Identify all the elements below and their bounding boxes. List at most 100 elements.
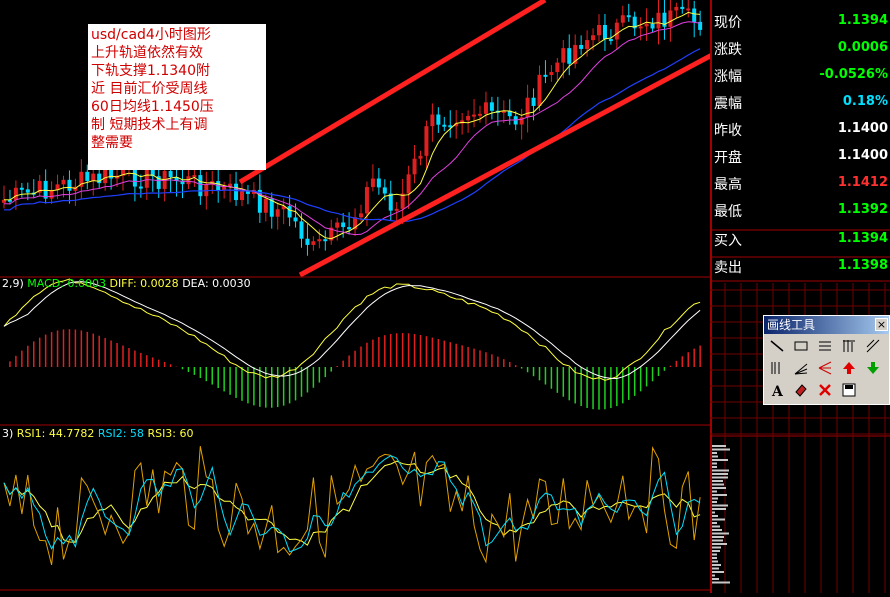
gann-tool-icon[interactable] [791,358,811,378]
rsi-prefix: 3) [2,427,14,440]
dea-line [3,281,701,380]
volume-bars [712,445,730,584]
candle-body [25,189,30,193]
candle-body [555,62,560,73]
candle-body [138,186,143,189]
parallel-lines-icon[interactable] [815,336,835,356]
volume-bar [712,487,726,489]
volume-bar [712,525,720,528]
volume-bar [712,452,717,454]
candle-body [483,102,488,114]
volume-bar [712,550,720,552]
line-tool-icon[interactable] [767,336,787,356]
candle-body [680,6,685,9]
quote-row-price: 现价 1.1394 [712,8,890,35]
quote-value: 1.1400 [837,121,888,136]
volume-bar [712,480,723,482]
quote-label: 现价 [714,15,742,31]
fib-lines-icon[interactable] [839,336,859,356]
quote-row-open: 开盘 1.1400 [712,143,890,170]
cycle-lines-icon[interactable] [767,358,787,378]
eraser-icon[interactable] [791,380,811,400]
volume-bar [712,511,715,514]
candle-body [585,40,590,49]
annotation-line: 近 目前汇价受周线 [91,81,208,97]
volume-bar [712,445,726,447]
annotation-line: 整需要 [91,135,133,151]
annotation-line: 制 短期技术上有调 [91,117,208,133]
candle-body [525,97,530,118]
drawing-toolbox[interactable]: 画线工具 × A [763,315,890,405]
upper-channel-line [238,0,547,185]
candle-body [144,167,149,188]
panel-grid-lines [710,229,890,593]
volume-bar [712,515,718,517]
volume-bar [712,543,727,545]
candle-body [591,35,596,41]
quote-row-bid: 买入 1.1394 [712,226,890,253]
up-arrow-icon[interactable] [839,358,859,378]
rsi3-line [3,460,701,546]
quote-row-prev-close: 昨收 1.1400 [712,116,890,143]
annotation-line: usd/cad4小时图形 [91,27,211,43]
volume-bar [712,448,730,451]
save-icon[interactable] [839,380,859,400]
candle-body [561,48,566,63]
rsi3-value: RSI3: 60 [147,427,194,440]
candle-body [430,114,435,127]
diff-line [3,278,701,381]
candle-body [91,173,96,181]
quote-value: 1.1392 [837,202,888,217]
volume-bar [712,518,725,521]
macd-panel [3,278,701,410]
rectangle-tool-icon[interactable] [791,336,811,356]
close-button[interactable]: × [875,318,888,331]
volume-bar [712,564,721,566]
toolbox-title[interactable]: 画线工具 × [764,316,889,334]
candle-body [293,217,298,222]
candle-body [388,193,393,211]
macd-value: MACD: 0.0003 [27,277,106,290]
candle-body [275,209,280,217]
candle-body [543,74,548,77]
candle-body [168,171,173,178]
macd-prefix: 2,9) [2,277,24,290]
candle-body [311,241,316,245]
volume-bar [712,490,717,493]
candle-body [364,187,369,214]
channel-tool-icon[interactable] [863,336,883,356]
candle-body [382,187,387,194]
candle-body [359,213,363,218]
candle-body [49,190,54,199]
candle-body [644,23,649,27]
dea-value: DEA: 0.0030 [182,277,251,290]
rsi1-value: RSI1: 44.7782 [16,427,95,440]
quote-label: 开盘 [714,150,742,166]
candle-body [614,22,619,40]
candle-body [103,169,108,184]
candle-body [287,206,292,218]
candle-body [478,113,482,116]
down-arrow-icon[interactable] [863,358,883,378]
quote-label: 昨收 [714,123,742,139]
quote-label: 买入 [714,233,742,249]
text-tool-icon[interactable]: A [767,380,787,400]
fan-lines-icon[interactable] [815,358,835,378]
candle-body [692,8,697,22]
candle-body [85,171,90,181]
candle-body [305,238,310,245]
volume-bar [712,532,729,535]
candle-body [537,74,542,106]
quote-row-amplitude: 震幅 0.18% [712,89,890,116]
annotation-line: 下轨支撑1.1340附 [91,63,210,79]
delete-icon[interactable] [815,380,835,400]
volume-bar [712,473,728,475]
candle-body [656,12,661,29]
volume-bar [712,455,718,458]
quote-value: 0.0006 [837,40,888,55]
candle-body [412,158,417,175]
volume-bar [712,578,719,580]
candle-body [626,15,631,18]
quote-value: 1.1394 [837,231,888,246]
quote-row-change: 涨跌 0.0006 [712,35,890,62]
